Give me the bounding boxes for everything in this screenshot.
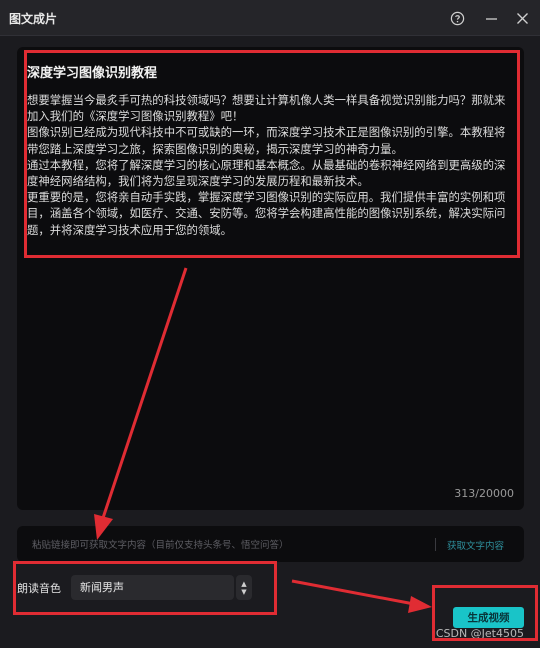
close-button[interactable] — [510, 6, 534, 30]
chevron-up-icon[interactable]: ▲ — [241, 580, 246, 588]
voice-label: 朗读音色 — [17, 582, 61, 595]
annotation-arrow — [291, 579, 432, 613]
close-icon — [516, 12, 528, 24]
fetch-text-link[interactable]: 获取文字内容 — [447, 538, 504, 552]
article-paragraph: 通过本教程，您将了解深度学习的核心原理和基本概念。从最基础的卷积神经网络到更高级… — [27, 157, 506, 189]
article-editor[interactable]: 深度学习图像识别教程 想要掌握当今最炙手可热的科技领域吗？想要让计算机像人类一样… — [17, 47, 524, 510]
article-paragraph: 更重要的是，您将亲自动手实践，掌握深度学习图像识别的实际应用。我们提供丰富的实例… — [27, 190, 506, 237]
article-paragraph: 图像识别已经成为现代科技中不可或缺的一环，而深度学习技术正是图像识别的引擎。本教… — [27, 125, 506, 156]
article-content[interactable]: 深度学习图像识别教程 想要掌握当今最炙手可热的科技领域吗？想要让计算机像人类一样… — [27, 65, 507, 238]
divider — [435, 538, 436, 551]
watermark: CSDN @Jet4505 — [435, 627, 524, 640]
character-count: 313/20000 — [454, 487, 514, 500]
minimize-icon — [485, 17, 497, 20]
article-title: 深度学习图像识别教程 — [27, 66, 158, 81]
minimize-button[interactable] — [479, 6, 503, 30]
title-bar: 图文成片 — [0, 0, 540, 36]
article-body: 想要掌握当今最炙手可热的科技领域吗？想要让计算机像人类一样具备视觉识别能力吗？那… — [27, 92, 507, 238]
link-input[interactable] — [32, 537, 432, 553]
article-paragraph: 想要掌握当今最炙手可热的科技领域吗？想要让计算机像人类一样具备视觉识别能力吗？那… — [27, 93, 506, 124]
voice-stepper[interactable]: ▲ ▼ — [236, 575, 252, 600]
help-circle-icon — [450, 11, 464, 25]
link-import-bar: 获取文字内容 — [17, 526, 524, 562]
help-button[interactable] — [445, 6, 469, 30]
voice-select[interactable]: 新闻男声 — [71, 575, 234, 600]
chevron-down-icon[interactable]: ▼ — [241, 588, 246, 596]
text-to-video-window: 图文成片 深度学习图像识别教程 想要掌握当今最炙手可热的科技领域吗？想要让计算机… — [0, 0, 540, 648]
window-title: 图文成片 — [9, 12, 58, 26]
generate-video-button[interactable]: 生成视频 — [453, 607, 524, 628]
